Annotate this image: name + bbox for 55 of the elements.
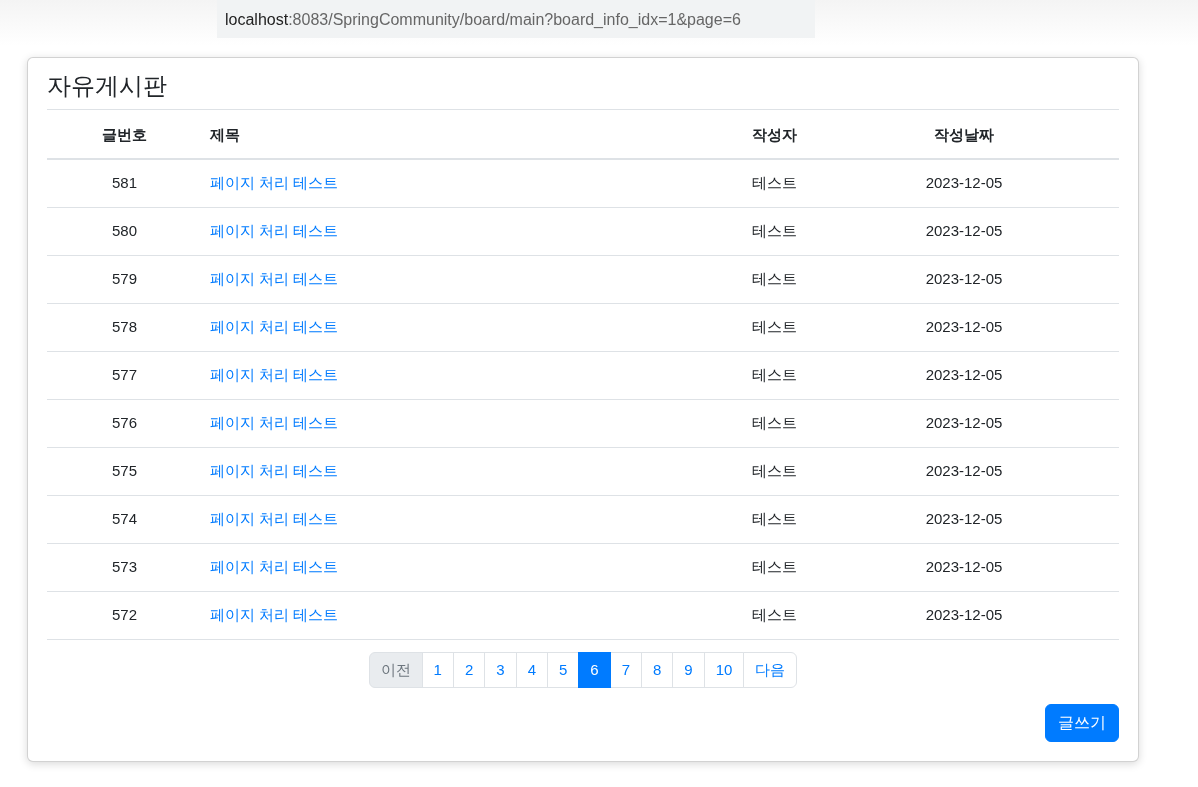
post-date: 2023-12-05: [925, 510, 1003, 528]
post-number: 578: [112, 318, 137, 336]
post-number: 581: [112, 174, 137, 192]
post-title-link[interactable]: 페이지 처리 테스트: [210, 414, 339, 432]
post-number: 576: [112, 414, 137, 432]
author-name: 테스트: [751, 318, 797, 336]
board-title: 자유게시판: [47, 72, 168, 101]
page-link[interactable]: 6: [578, 651, 611, 689]
post-title-link[interactable]: 페이지 처리 테스트: [210, 510, 339, 528]
post-title-link[interactable]: 페이지 처리 테스트: [210, 462, 339, 480]
post-title-link[interactable]: 페이지 처리 테스트: [210, 318, 339, 336]
post-title-link[interactable]: 페이지 처리 테스트: [210, 174, 339, 192]
column-header: 제목: [210, 125, 240, 143]
column-header: 글번호: [102, 125, 147, 143]
post-date: 2023-12-05: [925, 270, 1003, 288]
write-button[interactable]: 글쓰기: [1045, 704, 1119, 743]
post-number: 572: [112, 606, 137, 624]
post-date: 2023-12-05: [925, 462, 1003, 480]
post-title-link[interactable]: 페이지 처리 테스트: [210, 606, 339, 624]
author-name: 테스트: [751, 510, 797, 528]
page-link[interactable]: 3: [484, 651, 517, 689]
author-name: 테스트: [751, 414, 797, 432]
post-number: 579: [112, 270, 137, 288]
post-date: 2023-12-05: [925, 222, 1003, 240]
column-header: 작성자: [751, 125, 797, 143]
post-date: 2023-12-05: [925, 414, 1003, 432]
column-header: 작성날짜: [934, 125, 994, 143]
page-link[interactable]: 1: [421, 651, 454, 689]
post-date: 2023-12-05: [925, 174, 1003, 192]
post-number: 580: [112, 222, 137, 240]
author-name: 테스트: [751, 606, 797, 624]
post-date: 2023-12-05: [925, 606, 1003, 624]
post-title-link[interactable]: 페이지 처리 테스트: [210, 558, 339, 576]
post-date: 2023-12-05: [925, 366, 1003, 384]
post-date: 2023-12-05: [925, 318, 1003, 336]
author-name: 테스트: [751, 174, 797, 192]
author-name: 테스트: [751, 558, 797, 576]
post-title-link[interactable]: 페이지 처리 테스트: [210, 366, 339, 384]
post-number: 573: [112, 558, 137, 576]
author-name: 테스트: [751, 270, 797, 288]
page-link[interactable]: 10: [703, 651, 745, 689]
post-title-link[interactable]: 페이지 처리 테스트: [210, 270, 339, 288]
post-title-link[interactable]: 페이지 처리 테스트: [210, 222, 339, 240]
page-link[interactable]: 9: [672, 651, 705, 689]
author-name: 테스트: [751, 462, 797, 480]
post-date: 2023-12-05: [925, 558, 1003, 576]
page-link[interactable]: 4: [515, 651, 548, 689]
page-link[interactable]: 다음: [743, 651, 798, 689]
post-number: 575: [112, 462, 137, 480]
post-number: 577: [112, 366, 137, 384]
address-bar[interactable]: localhost:8083/SpringCommunity/board/main?board_info_idx=1&page=6: [217, 0, 815, 38]
author-name: 테스트: [751, 222, 797, 240]
page-link[interactable]: 8: [641, 651, 674, 689]
author-name: 테스트: [751, 366, 797, 384]
post-number: 574: [112, 510, 137, 528]
